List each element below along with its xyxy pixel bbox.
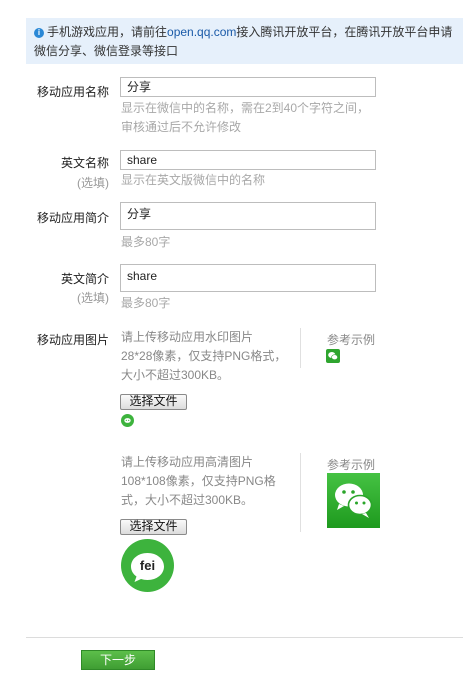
english-intro-optional: (选填) <box>77 291 109 305</box>
watermark-divider <box>300 328 301 368</box>
watermark-desc-3: 大小不超过300KB。 <box>121 368 230 382</box>
wechat-large-sample-icon <box>327 473 380 528</box>
hd-desc-2: 108*108像素，仅支持PNG格 <box>121 474 276 488</box>
hd-ref-label: 参考示例 <box>327 458 376 472</box>
app-name-hint-2: 审核通过后不允许修改 <box>121 120 242 134</box>
app-intro-textarea[interactable]: 分享 <box>120 202 376 230</box>
hd-desc-1: 请上传移动应用高清图片 <box>121 455 254 469</box>
english-name-optional: (选填) <box>77 176 109 190</box>
hd-choose-file-button[interactable]: 选择文件 <box>120 519 187 535</box>
wechat-small-sample-icon <box>326 349 340 363</box>
hd-preview-text: fei <box>139 558 156 573</box>
hd-desc-3: 式，大小不超过300KB。 <box>121 493 254 507</box>
hd-preview-logo: fei <box>121 539 174 592</box>
watermark-preview-icon <box>121 414 134 427</box>
app-name-hint-1: 显示在微信中的名称，需在2到40个字符之间， <box>121 101 370 115</box>
app-intro-hint: 最多80字 <box>121 235 171 249</box>
open-qq-link[interactable]: open.qq.com <box>167 25 236 39</box>
hd-divider <box>300 453 301 532</box>
english-intro-label: 英文简介 <box>60 272 109 286</box>
app-intro-label: 移动应用简介 <box>36 211 109 225</box>
info-icon: i <box>34 28 44 38</box>
english-intro-hint: 最多80字 <box>121 296 171 310</box>
english-name-label: 英文名称 <box>60 156 109 170</box>
watermark-ref-label: 参考示例 <box>327 333 376 347</box>
watermark-desc-1: 请上传移动应用水印图片 <box>121 330 254 344</box>
next-step-button[interactable]: 下一步 <box>81 650 155 670</box>
watermark-choose-file-button[interactable]: 选择文件 <box>120 394 187 410</box>
watermark-desc-2: 28*28像素，仅支持PNG格式， <box>121 349 287 363</box>
notice-banner: i 手机游戏应用，请前往open.qq.com接入腾讯开放平台，在腾讯开放平台申请… <box>26 18 463 64</box>
notice-text-before: 手机游戏应用，请前往 <box>47 25 168 39</box>
english-intro-textarea[interactable]: share <box>120 264 376 292</box>
app-name-input[interactable]: 分享 <box>120 77 376 97</box>
english-name-input[interactable]: share <box>120 150 376 170</box>
app-image-label: 移动应用图片 <box>36 333 109 347</box>
footer-divider <box>26 637 463 638</box>
english-name-hint: 显示在英文版微信中的名称 <box>121 173 266 187</box>
app-name-label: 移动应用名称 <box>36 85 109 99</box>
